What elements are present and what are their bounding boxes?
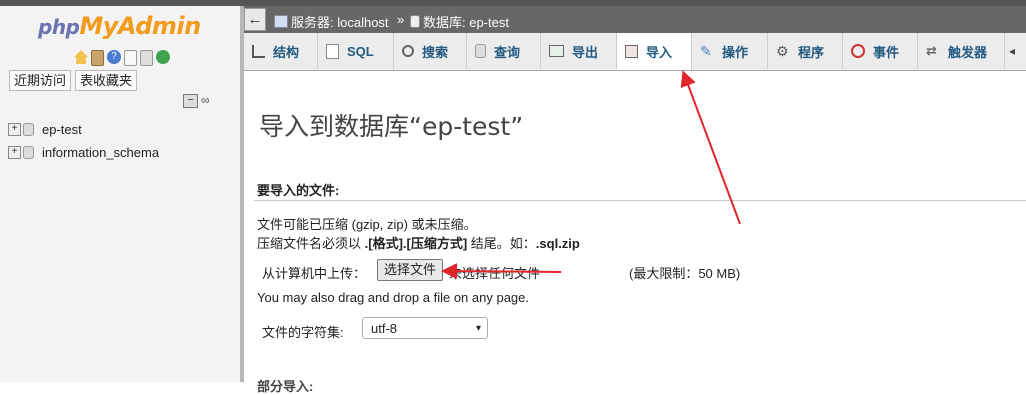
annotation-arrows [441, 70, 741, 280]
arrow-to-choose-file [441, 263, 562, 280]
arrow-to-import-tab [680, 70, 741, 225]
